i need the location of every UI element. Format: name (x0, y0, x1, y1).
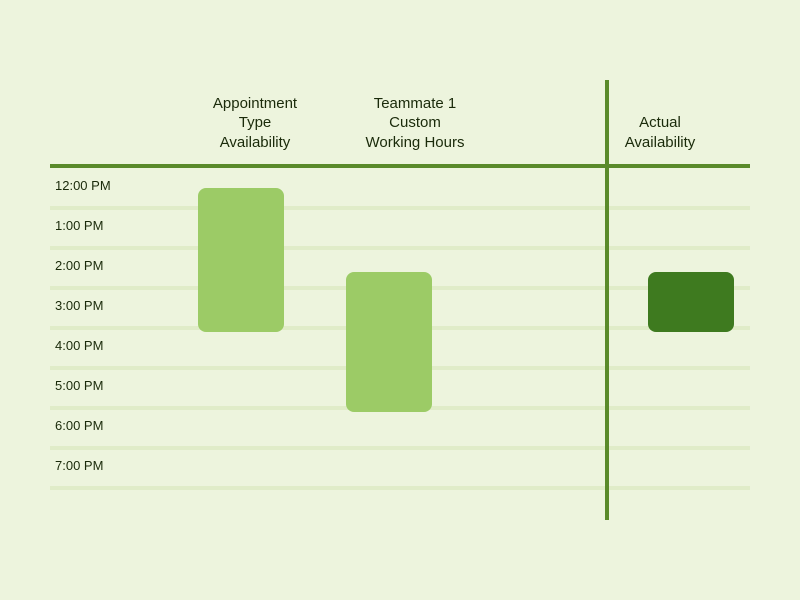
column-headers: Appointment Type Availability Teammate 1… (170, 80, 730, 160)
actual-availability-block (648, 272, 734, 332)
teammate-hours-block (346, 272, 432, 412)
header-line: Availability (625, 133, 696, 153)
time-row: 7:00 PM (50, 448, 750, 488)
header-actual-availability: Actual Availability (600, 80, 720, 160)
header-line: Working Hours (366, 133, 465, 153)
time-label: 2:00 PM (55, 258, 103, 273)
time-label: 12:00 PM (55, 178, 111, 193)
time-label: 7:00 PM (55, 458, 103, 473)
header-line: Actual (639, 113, 681, 133)
header-line: Appointment (213, 94, 297, 114)
header-line: Custom (389, 113, 441, 133)
time-label: 1:00 PM (55, 218, 103, 233)
time-label: 6:00 PM (55, 418, 103, 433)
header-line: Teammate 1 (374, 94, 457, 114)
appointment-type-block (198, 188, 284, 332)
time-label: 4:00 PM (55, 338, 103, 353)
header-line: Availability (220, 133, 291, 153)
header-appointment-type: Appointment Type Availability (180, 80, 330, 160)
separator-vertical-line (605, 80, 609, 520)
time-row: 1:00 PM (50, 208, 750, 248)
availability-diagram: Appointment Type Availability Teammate 1… (50, 80, 750, 500)
time-label: 3:00 PM (55, 298, 103, 313)
gridline (50, 486, 750, 490)
header-line: Type (239, 113, 272, 133)
header-teammate-hours: Teammate 1 Custom Working Hours (340, 80, 490, 160)
time-grid: 12:00 PM 1:00 PM 2:00 PM 3:00 PM 4:00 PM 5:00… (50, 168, 750, 488)
time-label: 5:00 PM (55, 378, 103, 393)
time-row: 6:00 PM (50, 408, 750, 448)
time-row: 12:00 PM (50, 168, 750, 208)
